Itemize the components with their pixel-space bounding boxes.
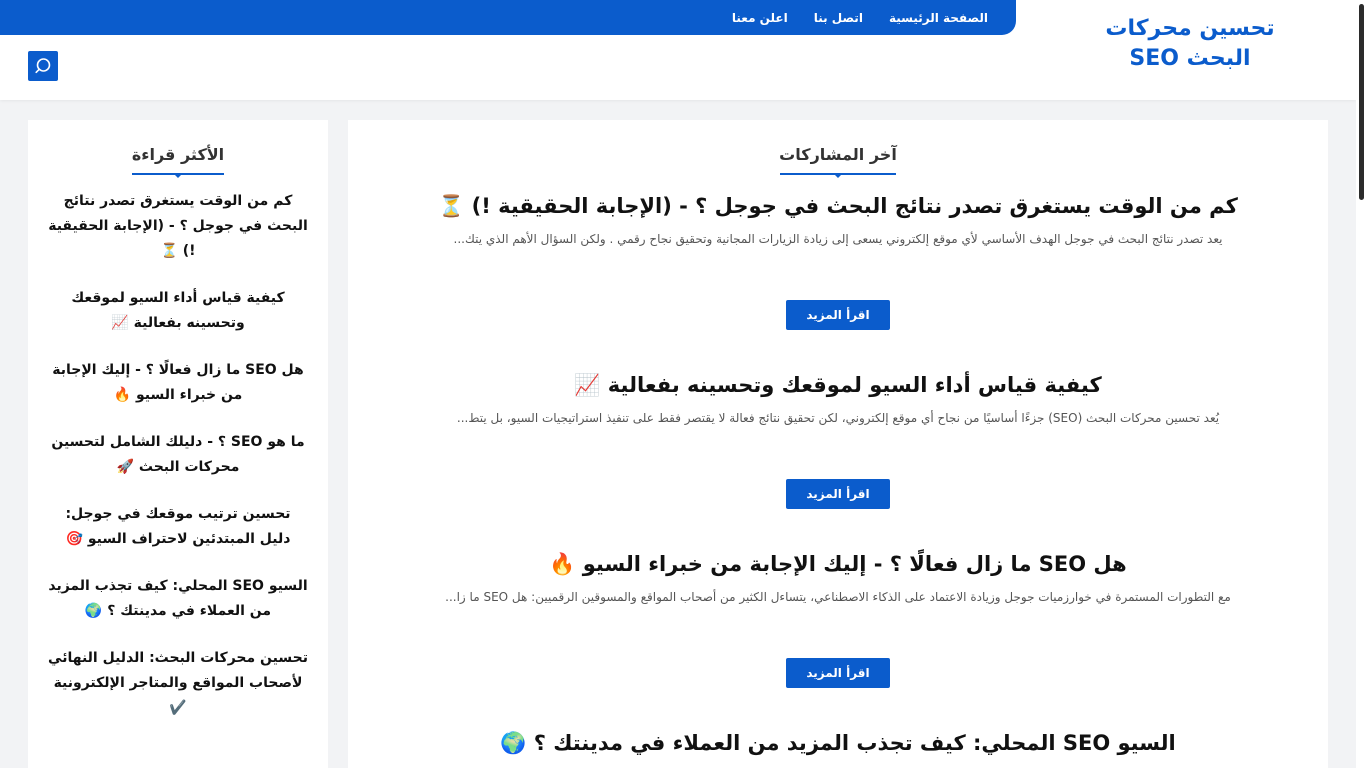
read-more-button[interactable]: اقرأ المزيد <box>786 479 890 509</box>
most-read-title: الأكثر قراءة <box>131 145 225 164</box>
post-title[interactable]: السيو SEO المحلي: كيف تجذب المزيد من الع… <box>348 728 1328 758</box>
post-title[interactable]: كم من الوقت يستغرق تصدر نتائج البحث في ج… <box>348 191 1328 221</box>
list-item[interactable]: السيو SEO المحلي: كيف تجذب المزيد من الع… <box>48 574 308 624</box>
search-button[interactable] <box>28 51 58 81</box>
search-icon <box>35 58 51 74</box>
post-excerpt: يعد تصدر نتائج البحث في جوجل الهدف الأسا… <box>453 232 1223 246</box>
latest-posts-title: آخر المشاركات <box>779 145 897 164</box>
site-header: تحسين محركات البحث SEO الصفحة الرئيسية ا… <box>0 0 1356 100</box>
post-card: السيو SEO المحلي: كيف تجذب المزيد من الع… <box>348 728 1328 758</box>
list-item[interactable]: تحسين محركات البحث: الدليل النهائي لأصحا… <box>48 646 308 721</box>
list-item[interactable]: تحسين ترتيب موقعك في جوجل: دليل المبتدئي… <box>48 502 308 552</box>
read-more-button[interactable]: اقرأ المزيد <box>786 658 890 688</box>
list-item[interactable]: ما هو SEO ؟ - دليلك الشامل لتحسين محركات… <box>48 430 308 480</box>
post-title[interactable]: هل SEO ما زال فعالًا ؟ - إليك الإجابة من… <box>348 549 1328 579</box>
latest-posts: آخر المشاركات كم من الوقت يستغرق تصدر نت… <box>348 120 1328 768</box>
post-card: كيفية قياس أداء السيو لموقعك وتحسينه بفع… <box>348 370 1328 509</box>
scrollbar[interactable] <box>1356 0 1366 768</box>
list-item[interactable]: كم من الوقت يستغرق تصدر نتائج البحث في ج… <box>48 189 308 264</box>
read-more-button[interactable]: اقرأ المزيد <box>786 300 890 330</box>
nav-home[interactable]: الصفحة الرئيسية <box>889 11 988 25</box>
list-item[interactable]: كيفية قياس أداء السيو لموقعك وتحسينه بفع… <box>48 286 308 336</box>
post-excerpt: مع التطورات المستمرة في خوارزميات جوجل و… <box>445 590 1231 604</box>
list-item[interactable]: هل SEO ما زال فعالًا ؟ - إليك الإجابة من… <box>48 358 308 408</box>
top-nav: الصفحة الرئيسية اتصل بنا اعلن معنا <box>0 0 1016 35</box>
most-read-sidebar: الأكثر قراءة كم من الوقت يستغرق تصدر نتا… <box>28 120 328 768</box>
title-underline <box>132 173 224 178</box>
post-excerpt: يُعد تحسين محركات البحث (SEO) جزءًا أساس… <box>456 411 1220 425</box>
scrollbar-thumb[interactable] <box>1359 4 1364 200</box>
site-title[interactable]: تحسين محركات البحث SEO <box>1070 14 1310 74</box>
title-underline <box>780 173 896 178</box>
post-title[interactable]: كيفية قياس أداء السيو لموقعك وتحسينه بفع… <box>348 370 1328 400</box>
nav-contact[interactable]: اتصل بنا <box>814 11 863 25</box>
post-card: هل SEO ما زال فعالًا ؟ - إليك الإجابة من… <box>348 549 1328 688</box>
nav-advertise[interactable]: اعلن معنا <box>732 11 788 25</box>
most-read-list: كم من الوقت يستغرق تصدر نتائج البحث في ج… <box>28 189 328 721</box>
post-card: كم من الوقت يستغرق تصدر نتائج البحث في ج… <box>348 191 1328 330</box>
